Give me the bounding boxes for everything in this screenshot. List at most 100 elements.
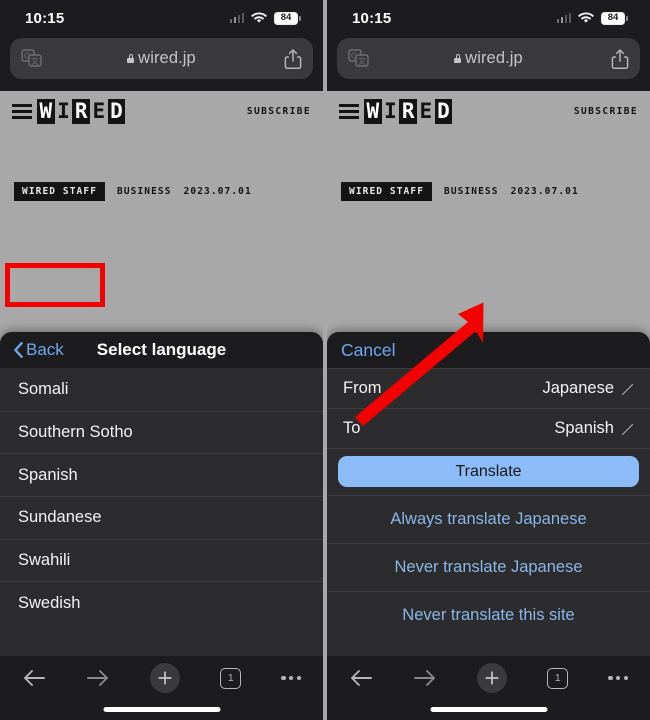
language-row[interactable]: Somali — [0, 368, 323, 411]
site-header: W I R E D SUBSCRIBE — [327, 91, 650, 132]
cellular-signal-icon — [556, 13, 571, 23]
logo-letter: I — [384, 99, 397, 123]
logo-letter: R — [72, 99, 90, 124]
home-indicator — [103, 707, 220, 712]
more-options-icon[interactable] — [281, 675, 301, 681]
subscribe-link[interactable]: SUBSCRIBE — [247, 106, 311, 117]
never-translate-site-option[interactable]: Never translate this site — [327, 591, 650, 639]
status-bar: 10:15 84 — [0, 0, 323, 36]
battery-level: 84 — [607, 12, 619, 24]
language-row[interactable]: Swedish — [0, 581, 323, 624]
site-header: W I R E D SUBSCRIBE — [0, 91, 323, 132]
status-indicators: 84 — [556, 11, 628, 25]
logo-letter: I — [57, 99, 70, 123]
battery-icon: 84 — [601, 11, 628, 25]
translate-from-row[interactable]: From Japanese — [327, 368, 650, 408]
translate-page-icon[interactable]: G 文 — [348, 49, 370, 68]
article-author-tag: WIRED STAFF — [341, 182, 433, 201]
svg-text:文: 文 — [31, 56, 39, 66]
pencil-edit-icon[interactable] — [621, 382, 634, 396]
battery-icon: 84 — [274, 11, 301, 25]
url-text: wired.jp — [138, 49, 196, 67]
always-translate-option[interactable]: Always translate Japanese — [327, 495, 650, 543]
hamburger-menu-icon[interactable] — [339, 104, 359, 119]
wifi-icon — [578, 12, 594, 24]
never-translate-language-option[interactable]: Never translate Japanese — [327, 543, 650, 591]
status-indicators: 84 — [229, 11, 301, 25]
browser-toolbar: 1 — [0, 656, 323, 720]
right-phone-screenshot: 10:15 84 G 文 wired.jp W I R E D SUBSCRIB… — [327, 0, 650, 720]
screenshot-stage: 10:15 84 G 文 wired.jp W I R E D SUBSCRIB… — [0, 0, 650, 720]
url-display: wired.jp — [10, 49, 313, 68]
language-row[interactable]: Southern Sotho — [0, 410, 323, 454]
url-bar-container: G 文 wired.jp — [327, 36, 650, 91]
language-row[interactable]: Sundanese — [0, 496, 323, 539]
wifi-icon — [251, 12, 267, 24]
translate-to-row[interactable]: To Spanish — [327, 408, 650, 448]
article-meta: WIRED STAFF BUSINESS 2023.07.01 — [341, 182, 650, 201]
article-author-tag: WIRED STAFF — [14, 182, 106, 201]
share-icon[interactable] — [284, 48, 302, 70]
status-bar: 10:15 84 — [327, 0, 650, 36]
back-label: Back — [26, 340, 64, 359]
status-clock: 10:15 — [352, 9, 392, 27]
status-clock: 10:15 — [25, 9, 65, 27]
forward-arrow-icon[interactable] — [86, 668, 110, 688]
back-button[interactable]: Back — [14, 340, 64, 360]
translate-button-container: Translate — [327, 448, 650, 495]
article-content: WIRED STAFF BUSINESS 2023.07.01 — [327, 132, 650, 720]
wired-logo[interactable]: W I R E D — [37, 99, 126, 124]
language-row-spanish[interactable]: Spanish — [0, 453, 323, 496]
logo-letter: R — [399, 99, 417, 124]
from-label: From — [343, 379, 382, 397]
left-phone-screenshot: 10:15 84 G 文 wired.jp W I R E D SUBSCRIB… — [0, 0, 323, 720]
logo-letter: E — [92, 99, 106, 123]
new-tab-button[interactable] — [150, 663, 181, 693]
hamburger-menu-icon[interactable] — [12, 104, 32, 119]
to-value: Spanish — [554, 419, 614, 437]
new-tab-button[interactable] — [477, 663, 508, 693]
logo-letter: W — [37, 99, 55, 124]
more-options-icon[interactable] — [608, 675, 628, 681]
article-date: 2023.07.01 — [183, 186, 252, 197]
logo-letter: E — [419, 99, 433, 123]
wired-logo[interactable]: W I R E D — [364, 99, 453, 124]
url-bar-container: G 文 wired.jp — [0, 36, 323, 91]
pencil-edit-icon[interactable] — [621, 422, 634, 436]
article-meta: WIRED STAFF BUSINESS 2023.07.01 — [14, 182, 323, 201]
share-icon[interactable] — [611, 48, 629, 70]
article-category: BUSINESS — [444, 186, 499, 197]
language-list: Somali Southern Sotho Spanish Sundanese … — [0, 368, 323, 625]
highlight-box-spanish — [5, 263, 105, 307]
url-display: wired.jp — [337, 49, 640, 68]
language-row[interactable]: Swahili — [0, 538, 323, 582]
back-arrow-icon[interactable] — [22, 668, 46, 688]
lock-icon — [454, 54, 462, 63]
translate-page-icon[interactable]: G 文 — [21, 49, 43, 68]
logo-letter: D — [107, 99, 126, 124]
from-value: Japanese — [542, 379, 614, 397]
home-indicator — [430, 707, 547, 712]
url-text: wired.jp — [465, 49, 523, 67]
select-language-sheet: Back Select language Somali Southern Sot… — [0, 332, 323, 700]
cellular-signal-icon — [229, 13, 244, 23]
browser-toolbar: 1 — [327, 656, 650, 720]
tab-count-button[interactable]: 1 — [220, 667, 242, 689]
translate-button[interactable]: Translate — [338, 456, 639, 487]
sheet-header: Cancel — [327, 332, 650, 368]
lock-icon — [127, 54, 135, 63]
tab-count-button[interactable]: 1 — [547, 667, 569, 689]
article-category: BUSINESS — [117, 186, 172, 197]
sheet-header: Back Select language — [0, 332, 323, 368]
address-bar[interactable]: G 文 wired.jp — [337, 38, 640, 79]
logo-letter: W — [364, 99, 382, 124]
chevron-left-icon — [14, 342, 23, 358]
forward-arrow-icon[interactable] — [413, 668, 437, 688]
cancel-button[interactable]: Cancel — [341, 340, 395, 361]
subscribe-link[interactable]: SUBSCRIBE — [574, 106, 638, 117]
article-content: WIRED STAFF BUSINESS 2023.07.01 — [0, 132, 323, 720]
address-bar[interactable]: G 文 wired.jp — [10, 38, 313, 79]
to-label: To — [343, 419, 361, 437]
article-date: 2023.07.01 — [510, 186, 579, 197]
back-arrow-icon[interactable] — [349, 668, 373, 688]
